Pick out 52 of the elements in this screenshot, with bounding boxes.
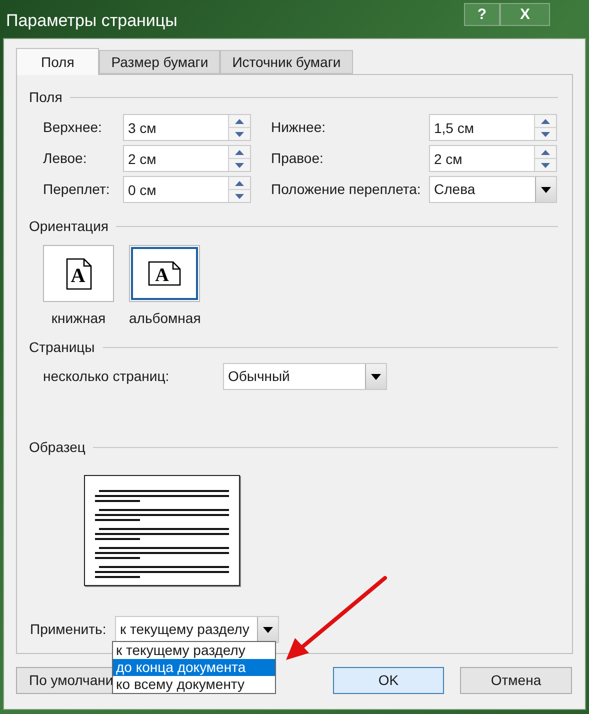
up-arrow-icon <box>541 150 550 154</box>
spinner[interactable] <box>534 115 556 140</box>
dropdown-option[interactable]: к текущему разделу <box>113 642 275 659</box>
window-title: Параметры страницы <box>5 10 178 32</box>
dropdown[interactable]: Слева <box>429 176 557 203</box>
up-arrow-icon <box>235 180 244 186</box>
field-label: Левое: <box>43 149 88 168</box>
field-label: Применить: <box>30 620 108 639</box>
group-title: Ориентация <box>29 217 108 236</box>
dropdown-option[interactable]: до конца документа <box>113 659 275 676</box>
down-arrow-icon <box>235 132 244 136</box>
down-arrow-icon <box>235 162 244 168</box>
up-arrow-icon <box>541 118 550 124</box>
group-title: Образец <box>29 438 86 457</box>
ok-button[interactable]: OK <box>333 667 444 694</box>
cancel-button[interactable]: Отмена <box>460 667 572 694</box>
dropdown[interactable]: Обычный <box>223 363 387 390</box>
up-arrow-icon <box>235 118 244 124</box>
tab[interactable]: Источник бумаги <box>220 50 353 74</box>
down-arrow-icon <box>235 194 244 198</box>
down-arrow-icon <box>541 132 550 136</box>
field-label: несколько страниц: <box>43 367 170 386</box>
down-arrow-icon <box>541 162 550 168</box>
spinner[interactable] <box>228 115 250 140</box>
spin-field[interactable]: 3 см <box>123 114 251 141</box>
caret-icon <box>541 186 551 192</box>
field-label: Положение переплета: <box>270 180 422 199</box>
field-label: Верхнее: <box>43 118 103 137</box>
tab[interactable]: Размер бумаги <box>99 50 220 74</box>
tab[interactable]: Поля <box>16 48 100 75</box>
orientation-label: альбомная <box>129 309 201 328</box>
field-label: Переплет: <box>43 180 111 199</box>
help-button[interactable]: ? <box>464 3 500 26</box>
field-label: Нижнее: <box>270 118 326 137</box>
orientation-label: книжная <box>51 309 106 328</box>
caret-icon <box>371 374 381 380</box>
spin-field[interactable]: 2 см <box>429 145 557 172</box>
orientation-option[interactable]: A <box>43 245 114 302</box>
spinner[interactable] <box>228 146 250 171</box>
spin-field[interactable]: 2 см <box>123 145 251 172</box>
group-title: Поля <box>29 88 62 107</box>
orientation-option[interactable]: A <box>129 245 200 302</box>
spin-field[interactable]: 0 см <box>123 176 251 203</box>
dropdown[interactable]: к текущему разделу <box>115 616 279 643</box>
close-button[interactable]: X <box>500 3 550 26</box>
group-title: Страницы <box>29 338 95 357</box>
up-arrow-icon <box>235 150 244 154</box>
spinner[interactable] <box>534 146 556 171</box>
spin-field[interactable]: 1,5 см <box>429 114 557 141</box>
caret-icon <box>263 626 273 632</box>
spinner[interactable] <box>228 177 250 202</box>
field-label: Правое: <box>270 149 324 168</box>
